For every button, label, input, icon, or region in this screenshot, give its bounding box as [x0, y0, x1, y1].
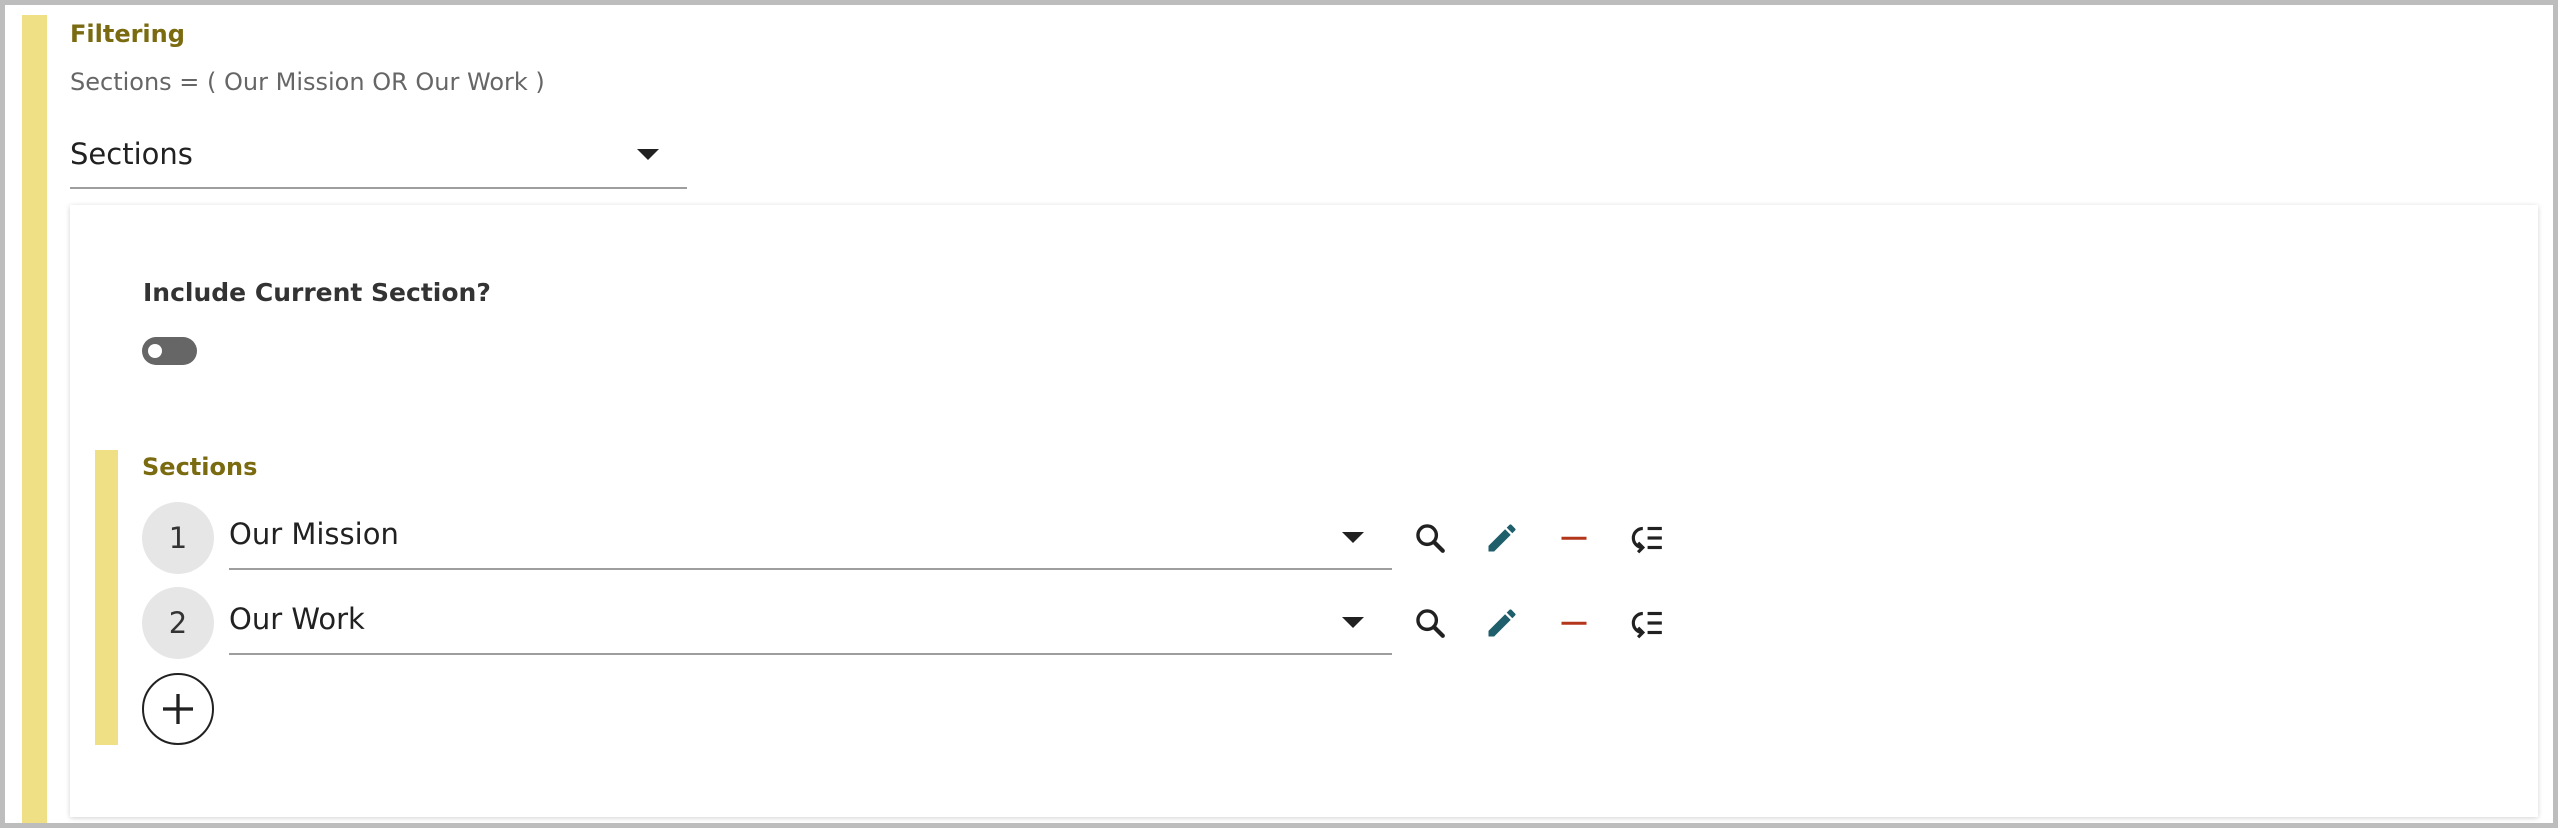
filter-field-select[interactable]: Sections: [70, 131, 687, 189]
filtering-accent-bar: [22, 15, 47, 823]
search-icon[interactable]: [1406, 599, 1454, 647]
reorder-list-icon[interactable]: [1622, 599, 1670, 647]
filter-panel: Include Current Section? Sections 1 Our …: [70, 205, 2538, 817]
filter-field-value: Sections: [70, 137, 193, 171]
chevron-down-icon: [637, 149, 659, 160]
row-index-badge: 2: [142, 587, 214, 659]
edit-pencil-icon[interactable]: [1478, 514, 1526, 562]
sections-title: Sections: [142, 453, 258, 481]
include-current-section-label: Include Current Section?: [143, 278, 491, 307]
include-current-section-toggle[interactable]: [142, 337, 197, 365]
section-select-value: Our Work: [229, 602, 365, 636]
sections-accent-bar: [95, 450, 118, 745]
filter-summary: Sections = ( Our Mission OR Our Work ): [70, 68, 545, 96]
search-icon[interactable]: [1406, 514, 1454, 562]
row-index-badge: 1: [142, 502, 214, 574]
remove-minus-icon[interactable]: [1550, 514, 1598, 562]
filtering-title: Filtering: [70, 20, 185, 48]
section-row: 2 Our Work: [142, 587, 1742, 659]
remove-minus-icon[interactable]: [1550, 599, 1598, 647]
section-select[interactable]: Our Mission: [229, 502, 1392, 570]
add-section-button[interactable]: [142, 673, 214, 745]
add-plus-icon: [163, 694, 193, 724]
app-frame: Filtering Sections = ( Our Mission OR Ou…: [0, 0, 2558, 828]
chevron-down-icon: [1342, 532, 1364, 543]
section-select[interactable]: Our Work: [229, 587, 1392, 655]
section-select-value: Our Mission: [229, 517, 399, 551]
edit-pencil-icon[interactable]: [1478, 599, 1526, 647]
toggle-knob: [148, 344, 162, 358]
reorder-list-icon[interactable]: [1622, 514, 1670, 562]
section-row: 1 Our Mission: [142, 502, 1742, 574]
chevron-down-icon: [1342, 617, 1364, 628]
